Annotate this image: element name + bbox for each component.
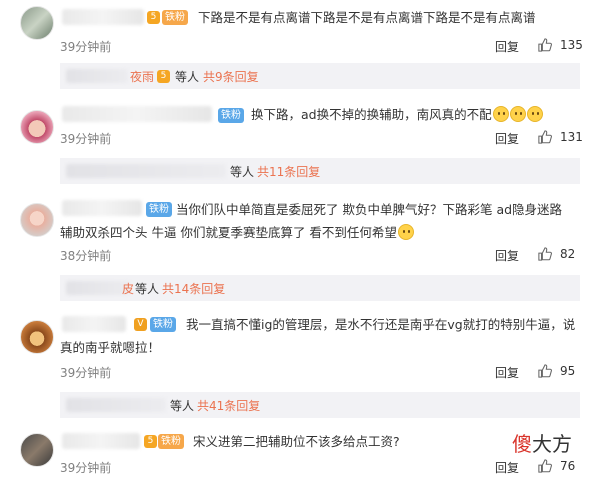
timestamp: 39分钟前 xyxy=(60,366,112,380)
like-icon[interactable] xyxy=(538,38,552,52)
reply-count[interactable]: 共11条回复 xyxy=(257,163,320,180)
comment-text: 下路是不是有点离谱下路是不是有点离谱下路是不是有点离谱 xyxy=(198,10,536,25)
reply-count[interactable]: 共9条回复 xyxy=(203,68,259,85)
emoji-icon xyxy=(397,224,414,240)
like-count: 76 xyxy=(560,459,576,473)
avatar[interactable] xyxy=(20,433,54,467)
avatar[interactable] xyxy=(20,203,54,237)
timestamp: 39分钟前 xyxy=(60,132,112,146)
sub-others: 等人 xyxy=(175,70,200,84)
reply-button[interactable]: 回复 xyxy=(495,38,519,55)
sub-others: 等人 xyxy=(170,399,195,413)
comment-text: 当你们队中单简直是委屈死了 欺负中单脾气好？下路彩笔 ad隐身迷路 辅助双杀四个… xyxy=(60,198,576,244)
avatar[interactable] xyxy=(20,110,54,144)
reply-button[interactable]: 回复 xyxy=(495,364,519,381)
reply-count[interactable]: 共41条回复 xyxy=(197,397,260,414)
avatar[interactable] xyxy=(20,320,54,354)
watermark-logo: 傻大方 xyxy=(512,428,572,457)
comment-text: 我一直搞不懂ig的管理层，是水不行还是南乎在vg就打的特别牛逼，说真的南乎就嗯拉… xyxy=(60,317,576,355)
level-badge: 5 xyxy=(144,435,157,448)
emoji-icon xyxy=(509,106,526,122)
reply-count[interactable]: 共14条回复 xyxy=(162,280,225,297)
comment-text-content: 换下路，ad换不掉的换辅助，南风真的不配 xyxy=(251,107,492,122)
level-badge: 5 xyxy=(157,70,170,83)
username[interactable] xyxy=(62,9,144,25)
sub-others: 等人 xyxy=(135,282,160,296)
comment-text: 换下路，ad换不掉的换辅助，南风真的不配 xyxy=(251,103,576,126)
like-count: 135 xyxy=(560,38,583,52)
like-count: 82 xyxy=(560,247,576,261)
level-badge: 5 xyxy=(147,11,160,24)
sub-others: 等人 xyxy=(230,165,255,179)
timestamp: 39分钟前 xyxy=(60,40,112,54)
reply-thread[interactable]: 皮 等人 共14条回复 xyxy=(60,275,580,301)
timestamp: 38分钟前 xyxy=(60,249,112,263)
reply-button[interactable]: 回复 xyxy=(495,459,519,476)
fan-badge: 铁粉 xyxy=(158,434,184,449)
timestamp: 39分钟前 xyxy=(60,461,112,475)
watermark-first: 傻 xyxy=(512,432,532,456)
reply-thread[interactable]: 等人 共41条回复 xyxy=(60,392,580,418)
like-icon[interactable] xyxy=(538,130,552,144)
sub-username xyxy=(66,69,128,83)
like-count: 131 xyxy=(560,130,583,144)
watermark-rest: 大方 xyxy=(532,432,572,456)
comment-text-content: 当你们队中单简直是委屈死了 欺负中单脾气好？下路彩笔 ad隐身迷路 辅助双杀四个… xyxy=(60,202,563,240)
username[interactable] xyxy=(62,433,140,449)
reply-thread[interactable]: 等人 共11条回复 xyxy=(60,158,580,184)
username[interactable] xyxy=(62,106,212,122)
reply-thread[interactable]: 夜雨 5 等人 共9条回复 xyxy=(60,63,580,89)
like-icon[interactable] xyxy=(538,247,552,261)
sub-username xyxy=(66,398,166,412)
like-icon[interactable] xyxy=(538,459,552,473)
reply-button[interactable]: 回复 xyxy=(495,130,519,147)
sub-username-visible[interactable]: 皮 xyxy=(122,280,134,297)
avatar[interactable] xyxy=(20,6,54,40)
reply-button[interactable]: 回复 xyxy=(495,247,519,264)
like-icon[interactable] xyxy=(538,364,552,378)
emoji-icon xyxy=(526,106,543,122)
emoji-icon xyxy=(492,106,509,122)
sub-username xyxy=(66,281,130,295)
sub-username xyxy=(66,164,226,178)
fan-badge: 铁粉 xyxy=(162,10,188,25)
like-count: 95 xyxy=(560,364,576,378)
fan-badge: 铁粉 xyxy=(218,108,244,123)
sub-username-visible[interactable]: 夜雨 xyxy=(130,68,154,85)
